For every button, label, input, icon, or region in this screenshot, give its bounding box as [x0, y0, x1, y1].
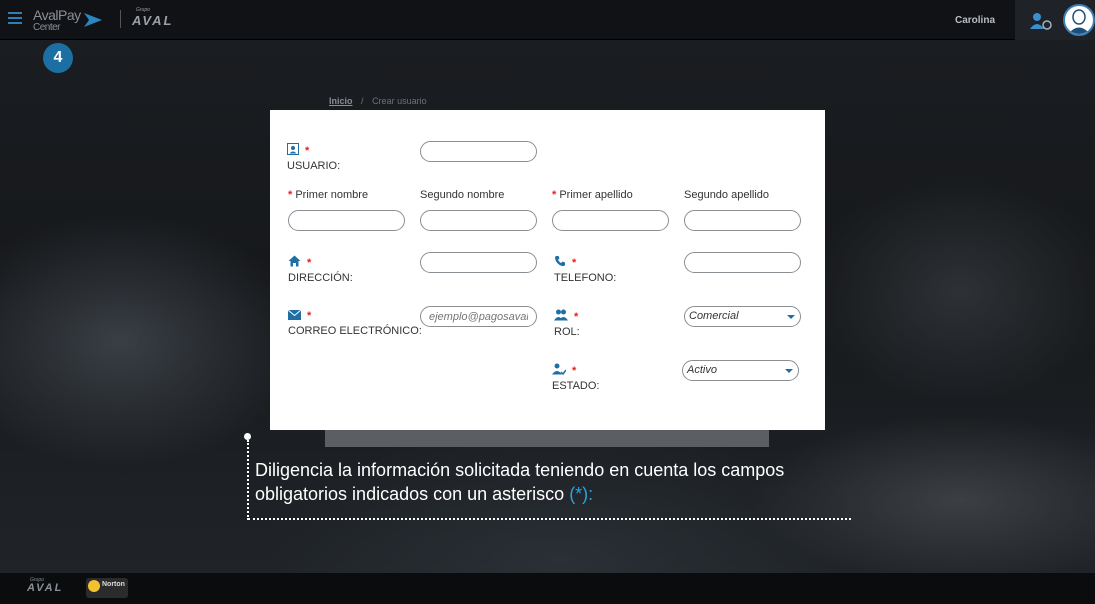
direccion-input[interactable] — [420, 252, 537, 273]
avatar[interactable] — [1063, 4, 1095, 36]
norton-check-icon — [88, 580, 100, 592]
aval-text: AVAL — [132, 13, 174, 28]
estado-label: * ESTADO: — [552, 363, 599, 393]
usuario-label: * USUARIO: — [287, 143, 340, 173]
required-asterisk: * — [574, 311, 579, 323]
correo-input[interactable] — [420, 306, 537, 327]
caption-text: Diligencia la información solicitada ten… — [255, 460, 785, 504]
step-badge: 4 — [43, 43, 73, 73]
footer: Grupo AVAL Norton — [0, 573, 1095, 604]
required-asterisk: * — [572, 257, 577, 269]
home-icon — [288, 255, 301, 267]
required-asterisk: * — [307, 257, 312, 269]
rol-value: Comercial — [689, 310, 739, 322]
norton-text: Norton — [102, 581, 125, 588]
grupo-aval-logo: Grupo AVAL — [132, 7, 174, 28]
create-user-form: * USUARIO: * Primer nombre Segundo nombr… — [270, 110, 825, 430]
breadcrumb-home[interactable]: Inicio — [329, 96, 353, 106]
breadcrumb: Inicio / Crear usuario — [329, 96, 427, 106]
header-divider — [120, 10, 121, 28]
envelope-icon — [287, 309, 302, 320]
primer-nombre-input[interactable] — [288, 210, 405, 231]
required-asterisk: * — [572, 365, 577, 377]
primer-apellido-label: * Primer apellido — [552, 188, 633, 202]
telefono-text: TELEFONO: — [554, 272, 617, 284]
usuario-input[interactable] — [420, 141, 537, 162]
user-settings-icon[interactable] — [1029, 12, 1053, 30]
avalpay-logo: AvalPay Center — [33, 7, 81, 34]
caption-highlight: (*): — [569, 484, 594, 504]
estado-value: Activo — [687, 364, 717, 376]
grupo-label: Grupo — [136, 7, 150, 13]
phone-icon — [555, 256, 565, 267]
avalpay-arrow-icon — [84, 13, 102, 27]
users-icon — [554, 309, 568, 321]
correo-text: CORREO ELECTRÓNICO: — [288, 325, 422, 337]
user-panel — [1015, 0, 1095, 40]
rol-label: * ROL: — [554, 309, 580, 339]
usuario-text: USUARIO: — [287, 160, 341, 172]
primer-apellido-text: Primer apellido — [559, 189, 633, 201]
telefono-input[interactable] — [684, 252, 801, 273]
breadcrumb-current: Crear usuario — [372, 96, 427, 106]
required-asterisk: * — [288, 189, 293, 201]
estado-text: ESTADO: — [552, 380, 600, 392]
footer-aval-logo: Grupo AVAL — [27, 577, 64, 594]
footer-aval-text: AVAL — [27, 582, 64, 594]
chevron-down-icon — [785, 369, 793, 373]
required-asterisk: * — [305, 145, 310, 157]
primer-apellido-input[interactable] — [552, 210, 669, 231]
required-asterisk: * — [307, 310, 312, 322]
direccion-text: DIRECCIÓN: — [288, 272, 353, 284]
required-asterisk: * — [552, 189, 557, 201]
id-card-icon — [287, 143, 299, 155]
chevron-down-icon — [787, 315, 795, 319]
top-bar: AvalPay Center Grupo AVAL Carolina — [0, 0, 1095, 40]
brand-line2: Center — [33, 22, 61, 33]
telefono-label: * TELEFONO: — [554, 255, 616, 285]
segundo-nombre-input[interactable] — [420, 210, 537, 231]
pointer-dot — [244, 433, 251, 440]
rol-text: ROL: — [554, 326, 580, 338]
correo-label: * CORREO ELECTRÓNICO: — [287, 309, 422, 338]
primer-nombre-label: * Primer nombre — [288, 188, 368, 202]
user-status-icon — [552, 363, 567, 376]
breadcrumb-separator: / — [361, 96, 364, 106]
rol-select[interactable]: Comercial — [684, 306, 801, 327]
user-name[interactable]: Carolina — [955, 15, 995, 26]
primer-nombre-text: Primer nombre — [295, 189, 369, 201]
avatar-person-icon — [1068, 9, 1090, 34]
menu-icon[interactable] — [8, 12, 22, 24]
segundo-apellido-input[interactable] — [684, 210, 801, 231]
segundo-nombre-label: Segundo nombre — [420, 189, 505, 201]
brand-line1: AvalPay — [33, 7, 81, 23]
caption-underline — [248, 518, 851, 520]
estado-select[interactable]: Activo — [682, 360, 799, 381]
segundo-apellido-label: Segundo apellido — [684, 189, 770, 201]
footer-grupo-label: Grupo — [30, 577, 44, 583]
norton-badge: Norton — [86, 578, 128, 598]
pointer-line — [247, 440, 249, 520]
tutorial-caption: Diligencia la información solicitada ten… — [255, 458, 855, 506]
direccion-label: * DIRECCIÓN: — [288, 255, 353, 285]
